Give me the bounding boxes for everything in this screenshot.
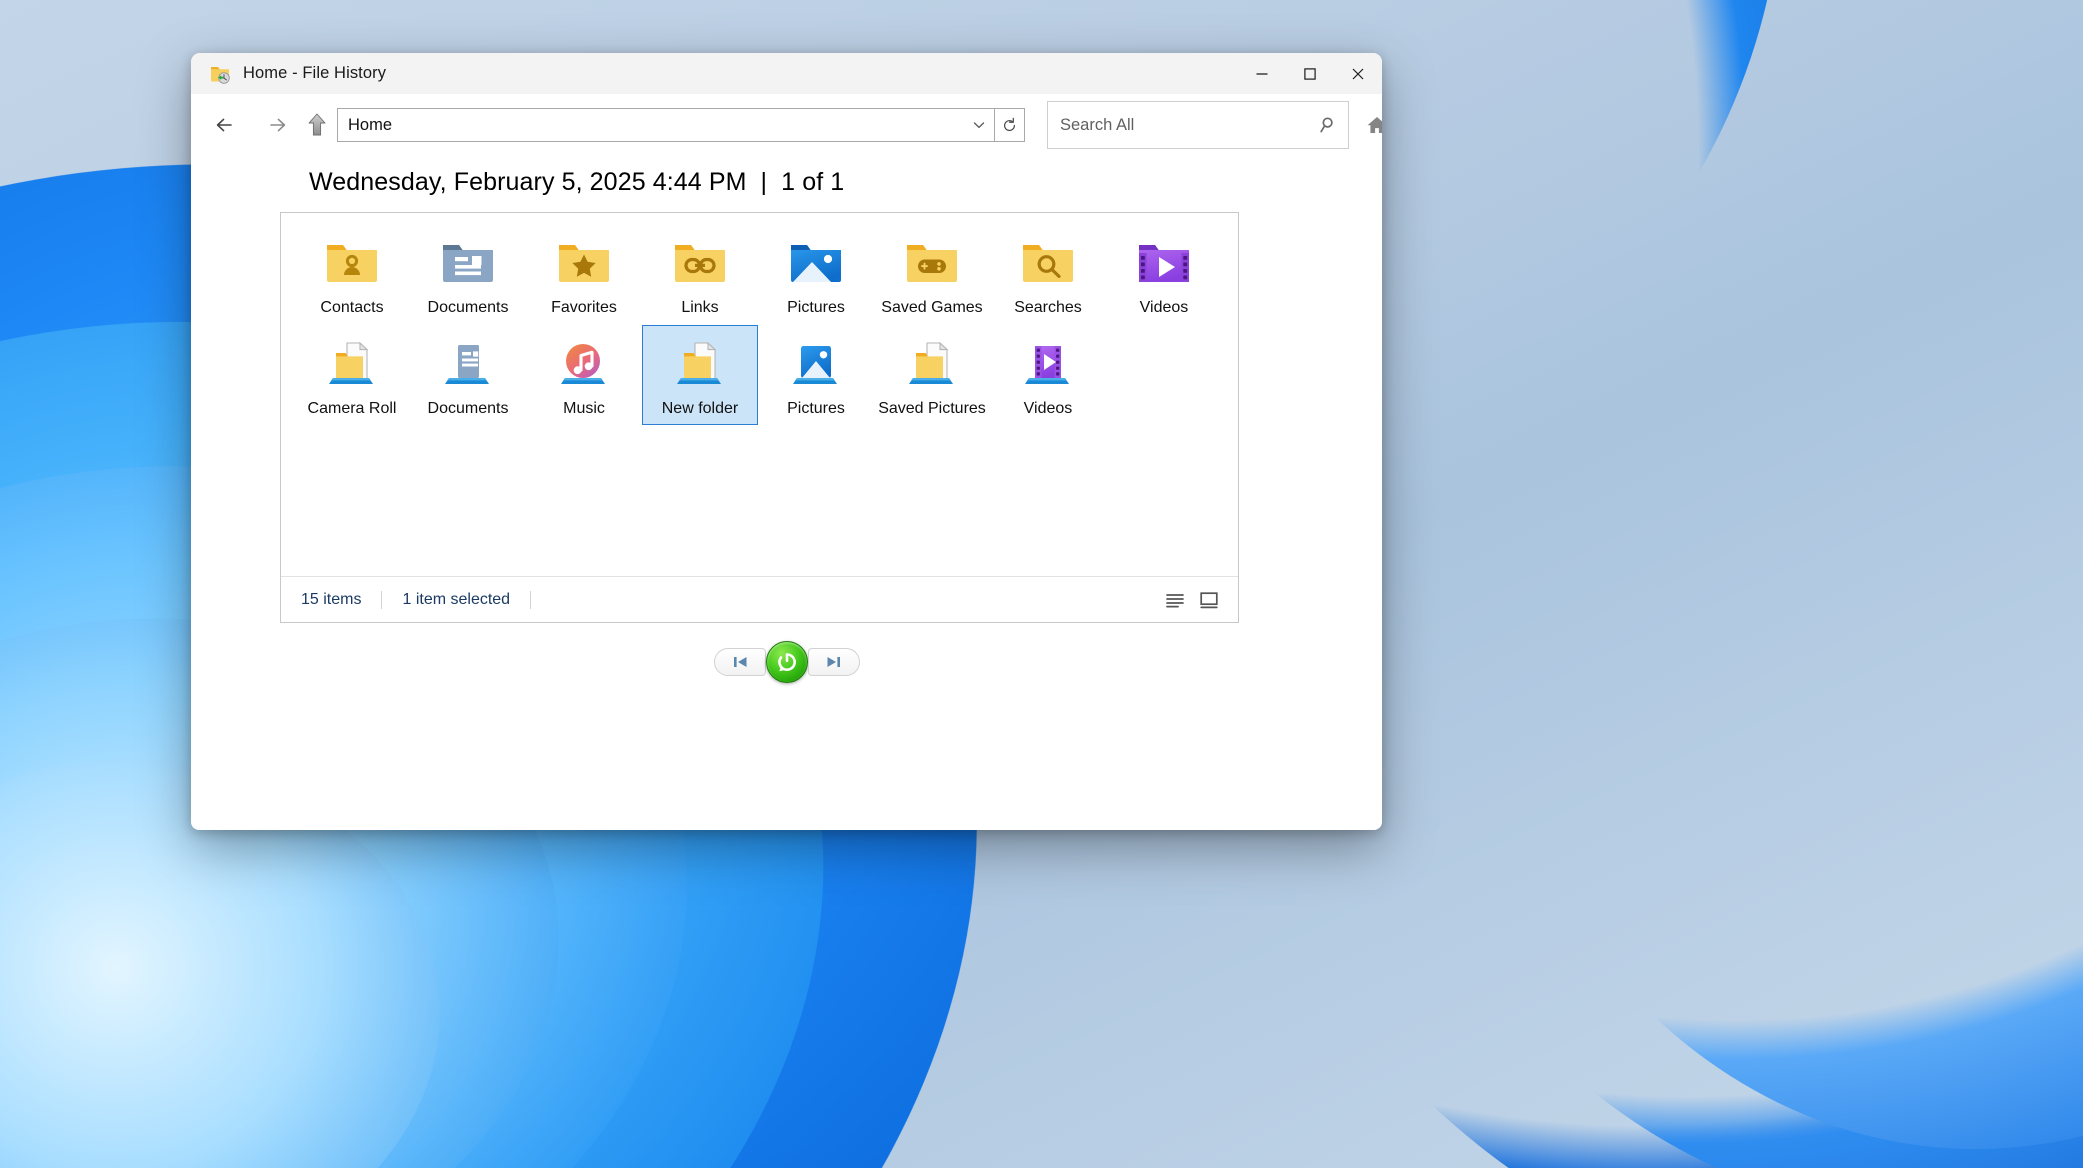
folder-links-icon	[668, 233, 732, 291]
maximize-button[interactable]	[1286, 53, 1334, 94]
folder-videos-icon	[1132, 233, 1196, 291]
library-videos-icon	[1016, 334, 1080, 392]
file-history-window: Home - File History Home Search All Wedn…	[191, 53, 1382, 830]
item-label: Contacts	[320, 299, 384, 316]
folder-games-icon	[900, 233, 964, 291]
item-label: Links	[681, 299, 719, 316]
desktop-wallpaper: Home - File History Home Search All Wedn…	[0, 0, 2083, 1168]
transport-controls	[713, 641, 860, 683]
up-button[interactable]	[303, 106, 331, 144]
window-controls	[1238, 53, 1382, 94]
list-item[interactable]: Links	[642, 224, 758, 325]
list-item[interactable]: Camera Roll	[294, 325, 410, 426]
list-item[interactable]: Documents	[410, 325, 526, 426]
item-label: Pictures	[787, 299, 845, 316]
item-label: Searches	[1014, 299, 1082, 316]
library-folder-icon	[900, 334, 964, 392]
library-folder-icon	[668, 334, 732, 392]
items-row: Camera Roll Documents Music New folder P…	[294, 324, 1230, 426]
chevron-down-icon[interactable]	[964, 109, 994, 141]
folder-favorites-icon	[552, 233, 616, 291]
list-item[interactable]: Pictures	[758, 325, 874, 426]
navigation-toolbar: Home	[191, 94, 1382, 156]
list-item[interactable]: Music	[526, 325, 642, 426]
library-pictures-icon	[784, 334, 848, 392]
item-count-status: 15 items	[301, 590, 362, 608]
item-label: Documents	[427, 399, 509, 417]
header-separator: |	[760, 168, 768, 196]
refresh-button[interactable]	[995, 108, 1025, 142]
list-item[interactable]: Videos	[990, 325, 1106, 426]
search-box[interactable]	[1047, 101, 1349, 149]
library-documents-icon	[436, 334, 500, 392]
forward-button[interactable]	[259, 106, 297, 144]
folder-contacts-icon	[320, 233, 384, 291]
selection-status: 1 item selected	[402, 590, 511, 608]
library-camera-icon	[320, 334, 384, 392]
list-item[interactable]: Documents	[410, 224, 526, 325]
list-item[interactable]: Videos	[1106, 224, 1222, 325]
window-title: Home - File History	[243, 64, 387, 82]
list-item[interactable]: Contacts	[294, 224, 410, 325]
item-label: Videos	[1023, 399, 1073, 417]
item-label: Videos	[1139, 299, 1189, 316]
library-music-icon	[552, 334, 616, 392]
items-panel: Contacts Documents Favorites Links Pictu…	[280, 212, 1239, 623]
tile-view-icon[interactable]	[1194, 586, 1224, 614]
items-grid: Contacts Documents Favorites Links Pictu…	[281, 213, 1238, 576]
status-divider	[530, 590, 532, 609]
next-version-button[interactable]	[807, 648, 860, 676]
address-value: Home	[348, 115, 393, 134]
search-input[interactable]	[1048, 115, 1310, 135]
item-label: Documents	[427, 299, 509, 316]
list-view-icon[interactable]	[1160, 586, 1190, 614]
back-button[interactable]	[207, 106, 245, 144]
close-button[interactable]	[1334, 53, 1382, 94]
list-item[interactable]: Saved Games	[874, 224, 990, 325]
home-icon[interactable]	[1363, 110, 1382, 140]
address-bar[interactable]: Home	[337, 108, 995, 142]
items-row: Contacts Documents Favorites Links Pictu…	[294, 224, 1230, 325]
folder-search-icon	[1016, 233, 1080, 291]
minimize-button[interactable]	[1238, 53, 1286, 94]
list-item-new-folder[interactable]: New folder	[642, 324, 758, 426]
previous-version-button[interactable]	[713, 648, 766, 676]
wallpaper-shape	[1384, 0, 2083, 1168]
folder-clock-icon	[209, 63, 231, 85]
item-label: Music	[563, 399, 605, 417]
list-item[interactable]: Pictures	[758, 224, 874, 325]
title-bar: Home - File History	[191, 53, 1382, 94]
status-divider	[381, 590, 383, 609]
restore-button[interactable]	[765, 641, 808, 683]
date-header: Wednesday, February 5, 2025 4:44 PM | 1 of…	[309, 168, 1382, 197]
status-bar: 15 items 1 item selected	[281, 576, 1238, 622]
search-icon[interactable]	[1310, 115, 1348, 135]
item-label: Camera Roll	[307, 399, 397, 417]
item-label: Saved Games	[881, 299, 983, 316]
folder-documents-icon	[436, 233, 500, 291]
item-label: Pictures	[787, 399, 845, 417]
list-item[interactable]: Saved Pictures	[874, 325, 990, 426]
list-item[interactable]: Favorites	[526, 224, 642, 325]
list-item[interactable]: Searches	[990, 224, 1106, 325]
item-label: New folder	[661, 399, 739, 417]
item-label: Favorites	[551, 299, 617, 316]
backup-date: Wednesday, February 5, 2025 4:44 PM	[309, 168, 747, 196]
item-label: Saved Pictures	[878, 399, 986, 417]
backup-position: 1 of 1	[781, 168, 845, 196]
folder-pictures-icon	[784, 233, 848, 291]
